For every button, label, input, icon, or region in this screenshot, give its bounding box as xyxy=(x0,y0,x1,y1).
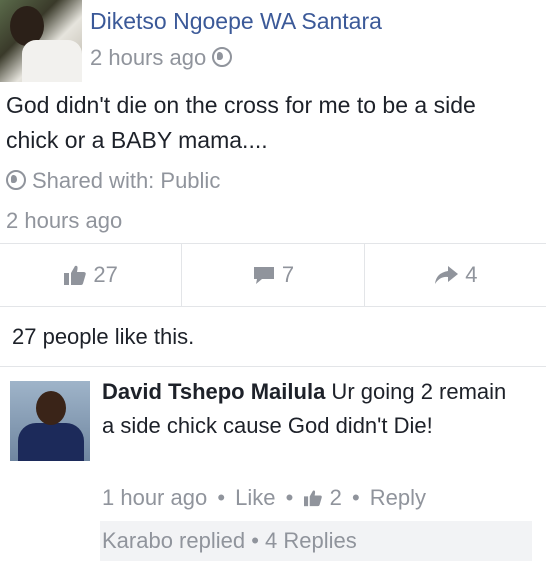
share-button[interactable]: 4 xyxy=(365,244,546,306)
comment-meta: 1 hour ago • Like • 2 • Reply xyxy=(102,485,430,511)
comment-like-count: 2 xyxy=(329,485,342,510)
thumbs-up-icon xyxy=(304,490,323,507)
globe-icon xyxy=(212,47,233,67)
post-text: God didn't die on the cross for me to be… xyxy=(6,92,476,153)
like-count: 27 xyxy=(93,262,118,287)
share-count: 4 xyxy=(465,262,478,287)
post-time-detail: 2 hours ago xyxy=(6,208,123,233)
post-time[interactable]: 2 hours ago xyxy=(90,45,233,71)
like-button[interactable]: 27 xyxy=(0,244,183,306)
author-name[interactable]: Diketso Ngoepe WA Santara xyxy=(90,8,382,35)
comment-like-link[interactable]: Like xyxy=(235,485,275,510)
comment-count: 7 xyxy=(281,262,295,287)
globe-icon xyxy=(6,170,26,190)
comment-time[interactable]: 1 hour ago xyxy=(102,485,207,510)
post-header: Diketso Ngoepe WA Santara 2 hours ago xyxy=(0,0,546,86)
replies-summary[interactable]: Karabo replied • 4 Replies xyxy=(100,521,532,561)
author-avatar[interactable] xyxy=(0,0,82,82)
comment-icon xyxy=(253,267,274,284)
thumbs-up-icon xyxy=(64,265,87,285)
action-bar: 27 7 4 xyxy=(0,243,546,307)
shared-with-text: Shared with: Public xyxy=(32,168,221,193)
comment-text: David Tshepo Mailula Ur going 2 remain a… xyxy=(102,375,522,443)
separator: • xyxy=(351,485,360,510)
separator: • xyxy=(217,485,226,510)
separator: • xyxy=(285,485,294,510)
comment-button[interactable]: 7 xyxy=(182,244,365,306)
commenter-avatar[interactable] xyxy=(10,381,90,461)
comment: David Tshepo Mailula Ur going 2 remain a… xyxy=(0,366,546,561)
comment-reply-link[interactable]: Reply xyxy=(370,485,426,510)
privacy-indicator: Shared with: Public xyxy=(6,168,220,194)
share-arrow-icon xyxy=(435,266,459,284)
likes-summary[interactable]: 27 people like this. xyxy=(12,324,194,350)
commenter-name[interactable]: David Tshepo Mailula xyxy=(102,379,325,404)
post-time-text: 2 hours ago xyxy=(90,45,207,70)
